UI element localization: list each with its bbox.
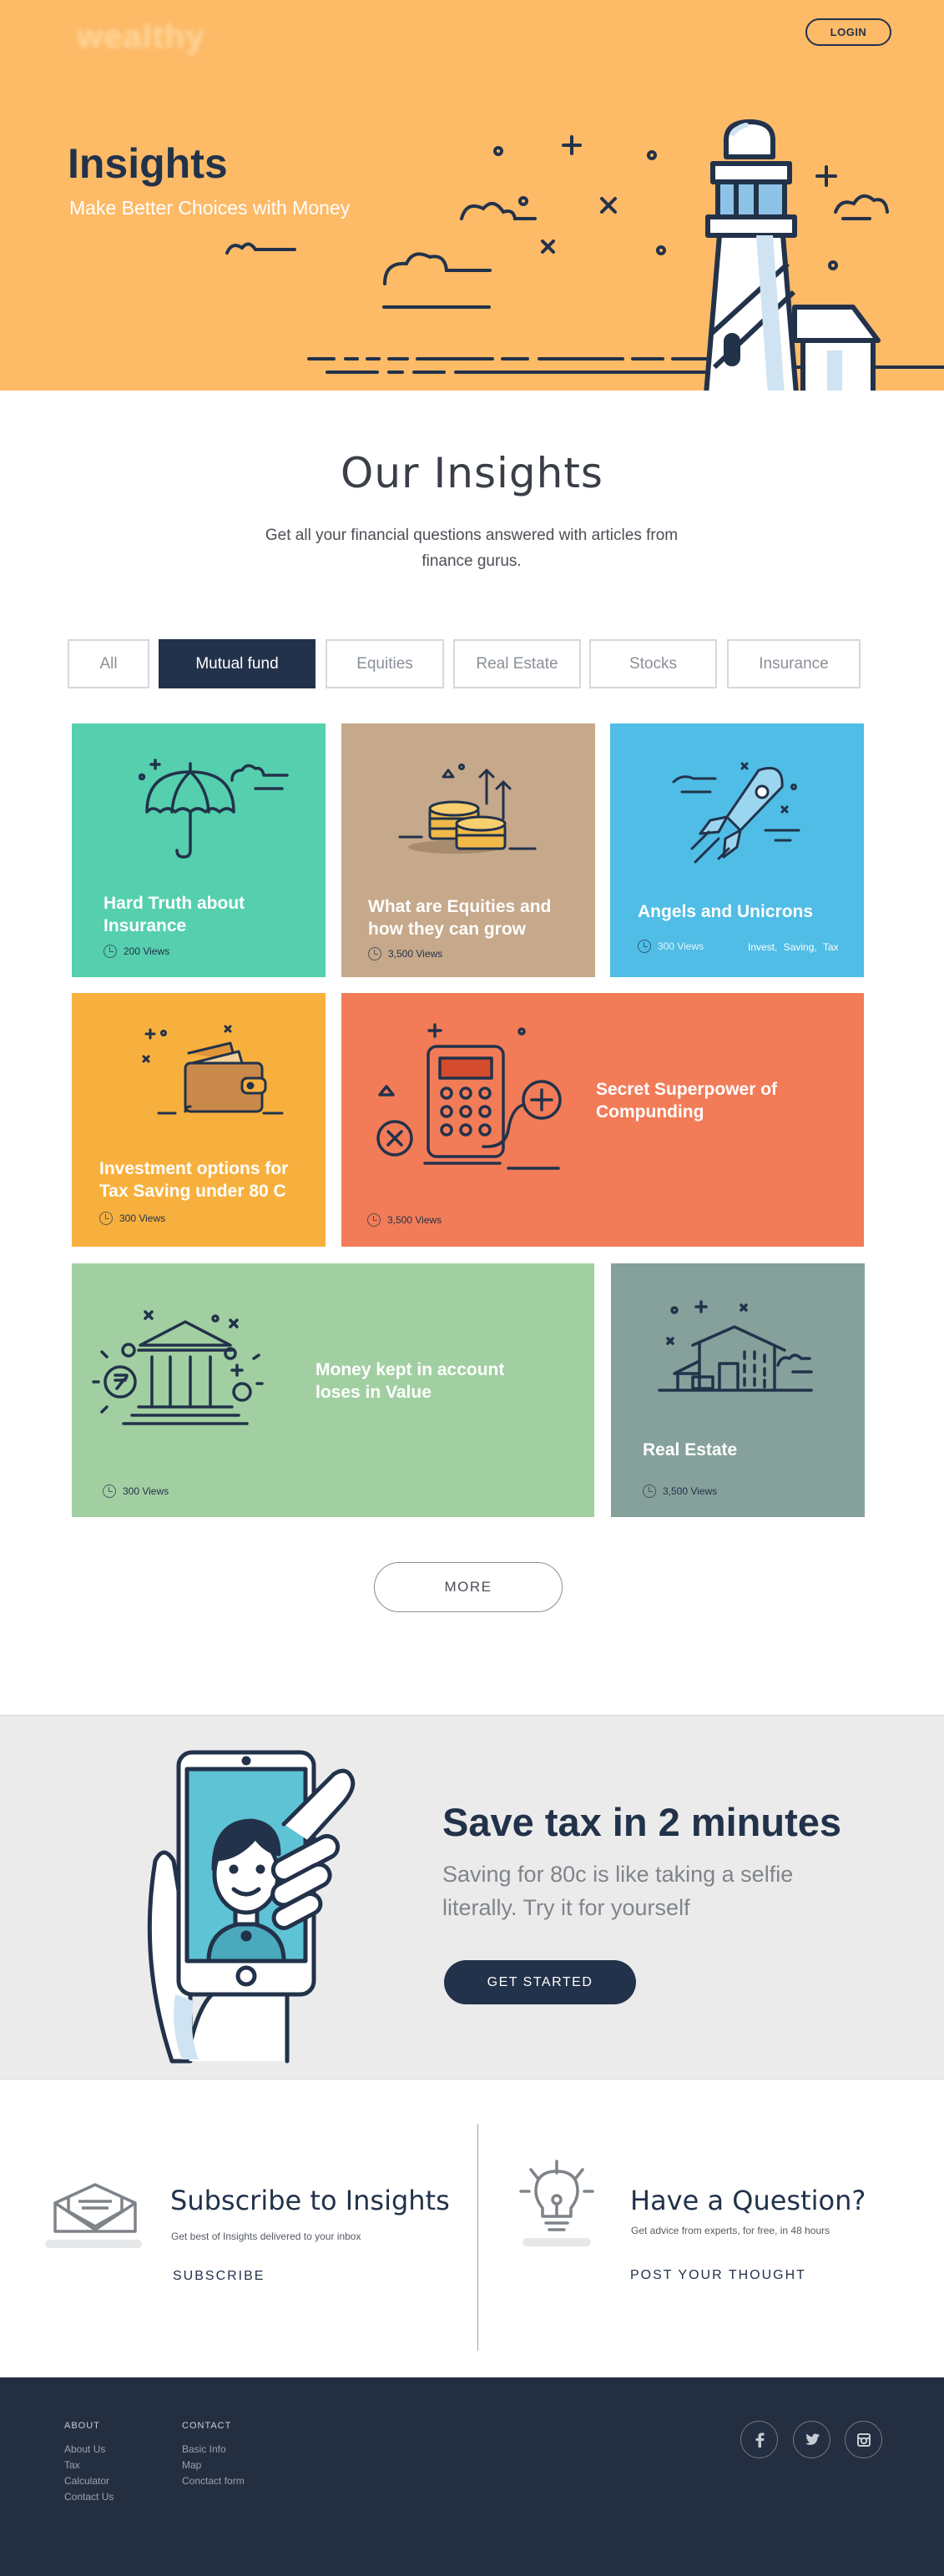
calculator-icon <box>376 1023 562 1170</box>
tax-subtitle: Saving for 80c is like taking a selfie l… <box>442 1862 794 1920</box>
article-title: Secret Superpower of Compunding <box>596 1080 778 1122</box>
footer-link-basic-info[interactable]: Basic Info <box>182 2443 226 2455</box>
article-tags: Invest, Saving, Tax <box>748 941 839 953</box>
footer: ABOUT About Us Tax Calculator Contact Us… <box>0 2377 944 2576</box>
footer-contact-heading: CONTACT <box>182 2421 232 2431</box>
envelope-icon <box>45 2183 142 2248</box>
clock-icon <box>367 1213 381 1227</box>
footer-link-about-us[interactable]: About Us <box>64 2443 105 2455</box>
clock-icon <box>638 940 651 953</box>
footer-link-calculator[interactable]: Calculator <box>64 2475 109 2487</box>
instagram-icon[interactable] <box>845 2421 882 2458</box>
question-title: Have a Question? <box>630 2185 866 2216</box>
subscribe-link[interactable]: SUBSCRIBE <box>173 2269 265 2284</box>
filter-equities[interactable]: Equities <box>326 639 444 688</box>
category-filters: All Mutual fund Equities Real Estate Sto… <box>68 639 861 688</box>
footer-link-contact-us[interactable]: Contact Us <box>64 2491 114 2503</box>
wallet-icon <box>142 1025 284 1115</box>
footer-link-contact-form[interactable]: Conctact form <box>182 2475 245 2487</box>
filter-real-estate[interactable]: Real Estate <box>453 639 581 688</box>
article-title: Hard Truth about Insurance <box>103 894 245 935</box>
footer-link-map[interactable]: Map <box>182 2459 201 2471</box>
article-title: Angels and Unicrons <box>638 902 814 921</box>
article-card[interactable]: Angels and Unicrons 300 Views Invest, Sa… <box>610 723 864 977</box>
filter-mutual-fund[interactable]: Mutual fund <box>159 639 316 688</box>
subscribe-title: Subscribe to Insights <box>170 2185 450 2216</box>
article-card[interactable]: Hard Truth about Insurance 200 Views <box>72 723 326 977</box>
clock-icon <box>368 947 381 960</box>
coins-icon <box>398 764 537 854</box>
save-tax-banner: Save tax in 2 minutes Saving for 80c is … <box>0 1715 944 2079</box>
question-description: Get advice from experts, for free, in 48… <box>631 2225 830 2236</box>
lightbulb-icon <box>519 2160 594 2246</box>
phone-selfie-illustration <box>147 1750 356 2064</box>
view-count: 3,500 Views <box>643 1485 717 1498</box>
section-title: Our Insights <box>341 449 603 497</box>
lighthouse-illustration <box>225 119 944 391</box>
rocket-icon <box>672 762 800 864</box>
article-card[interactable]: What are Equities and how they can grow … <box>341 723 595 977</box>
clock-icon <box>99 1212 113 1225</box>
article-title: Money kept in account loses in Value <box>316 1360 505 1402</box>
article-card[interactable]: Secret Superpower of Compunding 3,500 Vi… <box>341 993 864 1247</box>
view-count: 300 Views <box>103 1485 169 1498</box>
section-description: Get all your financial questions answere… <box>265 527 679 570</box>
view-count: 300 Views <box>638 940 704 953</box>
article-card[interactable]: Investment options for Tax Saving under … <box>72 993 326 1247</box>
clock-icon <box>643 1485 656 1498</box>
clock-icon <box>103 1485 116 1498</box>
filter-insurance[interactable]: Insurance <box>727 639 861 688</box>
subscribe-description: Get best of Insights delivered to your i… <box>171 2231 361 2242</box>
article-card[interactable]: Money kept in account loses in Value 300… <box>72 1263 594 1517</box>
filter-stocks[interactable]: Stocks <box>589 639 717 688</box>
article-title: Real Estate <box>643 1440 738 1459</box>
view-count: 3,500 Views <box>367 1213 442 1227</box>
tax-title: Save tax in 2 minutes <box>442 1800 842 1844</box>
footer-link-tax[interactable]: Tax <box>64 2459 80 2471</box>
post-thought-link[interactable]: POST YOUR THOUGHT <box>630 2268 806 2283</box>
bank-icon <box>92 1310 264 1425</box>
view-count: 3,500 Views <box>368 947 442 960</box>
hero-banner: wealthy LOGIN Insights Make Better Choic… <box>0 0 944 391</box>
facebook-icon[interactable] <box>740 2421 778 2458</box>
article-title: Investment options for Tax Saving under … <box>99 1159 289 1201</box>
clock-icon <box>103 945 117 958</box>
article-title: What are Equities and how they can grow <box>368 897 552 939</box>
article-card[interactable]: Real Estate 3,500 Views <box>611 1263 865 1517</box>
view-count: 200 Views <box>103 945 169 958</box>
view-count: 300 Views <box>99 1212 165 1225</box>
umbrella-icon <box>139 759 289 859</box>
footer-about-heading: ABOUT <box>64 2421 100 2431</box>
section-divider <box>477 2124 478 2351</box>
filter-all[interactable]: All <box>68 639 149 688</box>
twitter-icon[interactable] <box>793 2421 830 2458</box>
more-button[interactable]: MORE <box>374 1562 563 1612</box>
house-icon <box>658 1300 813 1392</box>
get-started-button[interactable]: GET STARTED <box>444 1960 636 2004</box>
